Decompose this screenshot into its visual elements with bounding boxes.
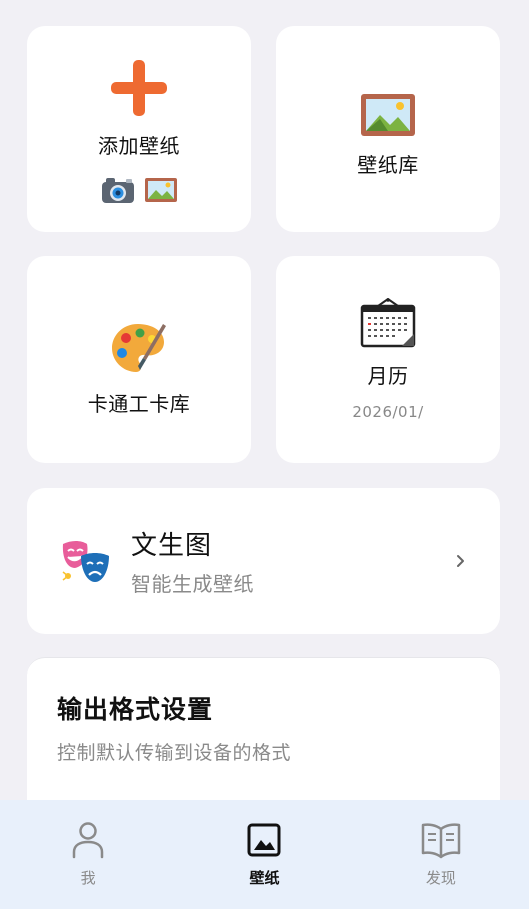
nav-item-discover[interactable]: 发现 xyxy=(353,800,529,909)
text-to-image-card[interactable]: 文生图 智能生成壁纸 xyxy=(27,488,500,634)
performing-arts-icon xyxy=(62,541,109,582)
nav-item-me[interactable]: 我 xyxy=(0,800,176,909)
book-icon xyxy=(421,823,461,859)
person-icon xyxy=(72,822,104,859)
nav-item-wallpaper[interactable]: 壁纸 xyxy=(176,800,352,909)
calendar-label: 月历 xyxy=(367,364,409,388)
nav-label-discover: 发现 xyxy=(425,869,456,887)
output-format-title: 输出格式设置 xyxy=(57,695,214,724)
artist-palette-icon xyxy=(112,324,166,372)
cartoon-library-tile[interactable]: 卡通工卡库 xyxy=(27,256,251,463)
calendar-tile[interactable]: 月历 2026/01/ xyxy=(276,256,500,463)
bottom-nav: 我 壁纸 发现 xyxy=(0,800,529,909)
wallpaper-library-label: 壁纸库 xyxy=(357,152,419,177)
camera-icon xyxy=(102,177,134,203)
wallpaper-library-tile[interactable]: 壁纸库 xyxy=(276,26,500,232)
calendar-date: 2026/01/ xyxy=(352,403,424,421)
chevron-right-icon xyxy=(457,555,464,567)
plus-icon xyxy=(111,59,167,116)
text-to-image-title: 文生图 xyxy=(131,531,213,561)
framed-picture-icon xyxy=(145,177,177,202)
add-wallpaper-label: 添加壁纸 xyxy=(98,133,180,158)
output-format-subtitle: 控制默认传输到设备的格式 xyxy=(57,742,292,764)
nav-label-wallpaper: 壁纸 xyxy=(249,869,280,887)
image-icon xyxy=(247,823,281,857)
calendar-icon xyxy=(360,298,416,348)
text-to-image-subtitle: 智能生成壁纸 xyxy=(131,572,254,596)
add-wallpaper-tile[interactable]: 添加壁纸 xyxy=(27,26,251,232)
nav-label-me: 我 xyxy=(80,869,96,887)
framed-picture-icon xyxy=(361,93,415,136)
cartoon-library-label: 卡通工卡库 xyxy=(87,392,191,416)
